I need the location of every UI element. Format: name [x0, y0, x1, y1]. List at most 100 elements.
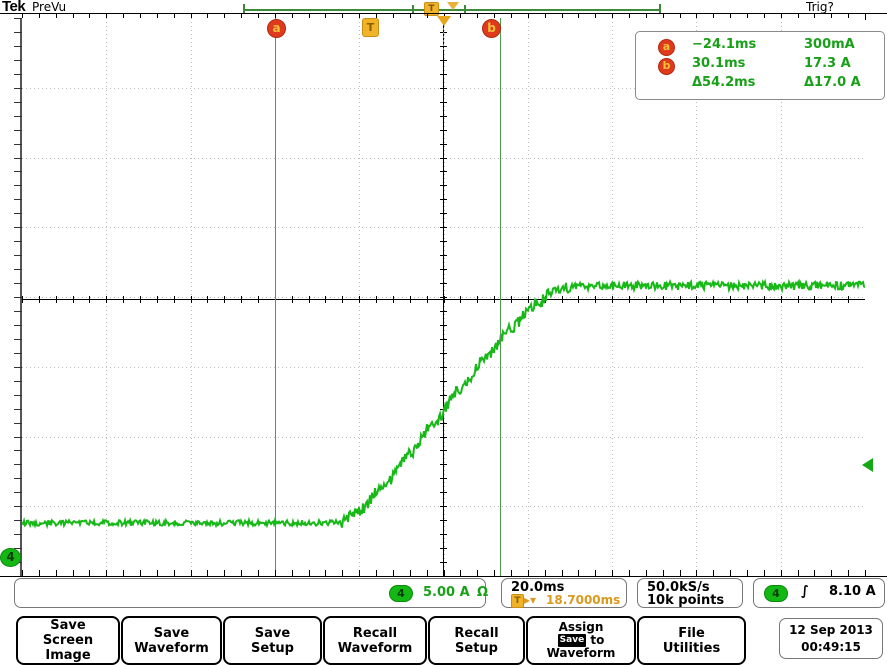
ruler-tick [680, 570, 681, 576]
cursor-readout-badge-a: a [658, 39, 675, 56]
ruler-tick [730, 570, 731, 576]
recall-waveform-line1: Recall [352, 625, 398, 641]
left-ruler-tick [14, 185, 22, 186]
clock-display: 12 Sep 2013 00:49:15 [779, 618, 883, 659]
save-screen-image-button[interactable]: Save Screen Image [16, 616, 120, 665]
left-ruler-tick [14, 74, 22, 75]
ruler-tick [56, 570, 57, 576]
assign-line2: Waveform [546, 646, 616, 660]
horizontal-settings-box[interactable]: 20.0ms T ▸▾ 18.7000ms [501, 578, 627, 608]
oscilloscope-screen: Tek PreVu Trig? T a b T 4 a −24.1ms 300m… [0, 0, 887, 665]
record-view-mark-left [412, 5, 414, 13]
trigger-point-arrow-icon[interactable] [437, 16, 451, 26]
save-waveform-button[interactable]: Save Waveform [121, 616, 222, 665]
left-ruler-tick [14, 241, 22, 242]
left-ruler-tick [14, 255, 22, 256]
channel-4-coupling-icon[interactable]: Ω [477, 585, 488, 600]
ruler-tick [393, 570, 394, 576]
trigger-slope-icon[interactable]: ∫ [801, 584, 809, 599]
trigger-level-arrow-icon[interactable] [862, 458, 873, 472]
ruler-tick [444, 570, 445, 576]
channel-4-vertical-scale[interactable]: 5.00 A [423, 585, 470, 600]
channel-4-badge[interactable]: 4 [389, 585, 413, 602]
cursor-readout-time-b: 30.1ms [692, 56, 746, 71]
trigger-source-badge[interactable]: 4 [764, 585, 788, 602]
left-ruler-tick [14, 409, 22, 410]
trigger-position-arrow-icon: ▸▾ [524, 593, 537, 607]
left-ruler-tick [14, 353, 22, 354]
ruler-tick [545, 570, 546, 576]
recall-setup-button[interactable]: Recall Setup [428, 616, 525, 665]
ruler-tick [427, 570, 428, 576]
ruler-tick [73, 570, 74, 576]
left-ruler-tick [14, 520, 22, 521]
ruler-tick [781, 570, 782, 576]
ruler-tick [747, 570, 748, 576]
left-ruler-tick [14, 437, 22, 438]
recall-setup-line1: Recall [454, 625, 499, 641]
acquisition-settings-box[interactable]: 50.0kS/s 10k points [637, 578, 743, 608]
ruler-tick [696, 570, 697, 576]
recall-waveform-button[interactable]: Recall Waveform [323, 616, 427, 665]
cursor-readout-row-a: a −24.1ms 300mA [636, 37, 884, 56]
cursor-readout-value-b: 17.3 A [804, 56, 851, 71]
left-ruler-tick [14, 325, 22, 326]
waveform-graticule[interactable] [22, 18, 865, 576]
ruler-tick [511, 570, 512, 576]
left-ruler-tick [14, 423, 22, 424]
ruler-tick [106, 570, 107, 576]
save-setup-button[interactable]: Save Setup [223, 616, 322, 665]
channel-4-settings-box[interactable]: 4 5.00 A Ω [14, 578, 488, 608]
ruler-tick [207, 570, 208, 576]
record-view-right-end [659, 4, 661, 13]
trigger-level-value[interactable]: 8.10 A [829, 584, 876, 599]
ruler-tick [174, 570, 175, 576]
assign-save-to-waveform-button[interactable]: Assign Save to Waveform [526, 616, 636, 665]
save-screen-image-line1: Save [50, 618, 86, 633]
left-ruler-tick [14, 213, 22, 214]
top-status-bar: Tek PreVu Trig? [0, 0, 887, 15]
ruler-tick [309, 570, 310, 576]
ruler-tick [224, 570, 225, 576]
ruler-tick [831, 570, 832, 576]
save-setup-line2: Setup [251, 640, 294, 656]
ruler-tick [39, 570, 40, 576]
cursor-readout-row-b: b 30.1ms 17.3 A [636, 56, 884, 75]
left-ruler-tick [14, 464, 22, 465]
left-ruler-tick [14, 367, 22, 368]
trigger-settings-box[interactable]: 4 ∫ 8.10 A [753, 578, 885, 608]
clock-time: 00:49:15 [801, 640, 861, 654]
bottom-menu-bar: Save Screen Image Save Waveform Save Set… [0, 616, 887, 665]
ruler-tick [764, 570, 765, 576]
save-waveform-line2: Waveform [134, 640, 209, 656]
ruler-tick [123, 570, 124, 576]
acquisition-state-label: PreVu [32, 0, 67, 14]
left-ruler-tick [14, 339, 22, 340]
cursor-b-badge[interactable]: b [482, 19, 501, 38]
ruler-tick [292, 570, 293, 576]
ruler-tick [258, 570, 259, 576]
left-ruler-tick [14, 102, 22, 103]
ruler-tick [612, 570, 613, 576]
file-utilities-line1: File [678, 625, 705, 641]
file-utilities-line2: Utilities [662, 640, 721, 656]
waveform-trace-ch4 [22, 278, 865, 530]
cursor-a-line[interactable] [275, 18, 276, 576]
cursor-b-line[interactable] [500, 18, 501, 576]
trigger-position-value[interactable]: 18.7000ms [546, 593, 620, 607]
ruler-tick [22, 570, 23, 576]
left-ruler-tick [14, 32, 22, 33]
save-setup-line1: Save [254, 625, 291, 641]
cursor-readout-delta-value: Δ17.0 A [804, 75, 861, 90]
file-utilities-button[interactable]: File Utilities [637, 616, 746, 665]
ruler-tick [410, 570, 411, 576]
settings-status-bar: 4 5.00 A Ω 20.0ms T ▸▾ 18.7000ms 50.0kS/… [0, 578, 887, 608]
left-ruler-tick [14, 283, 22, 284]
left-ruler-tick [14, 492, 22, 493]
cursor-readout-badge-b: b [658, 58, 675, 75]
trigger-position-badge[interactable]: T [362, 18, 379, 37]
channel-4-ground-reference-marker[interactable]: 4 [0, 548, 21, 567]
cursor-a-badge[interactable]: a [267, 19, 286, 38]
cursor-readout-time-a: −24.1ms [692, 37, 757, 52]
ruler-tick [477, 570, 478, 576]
